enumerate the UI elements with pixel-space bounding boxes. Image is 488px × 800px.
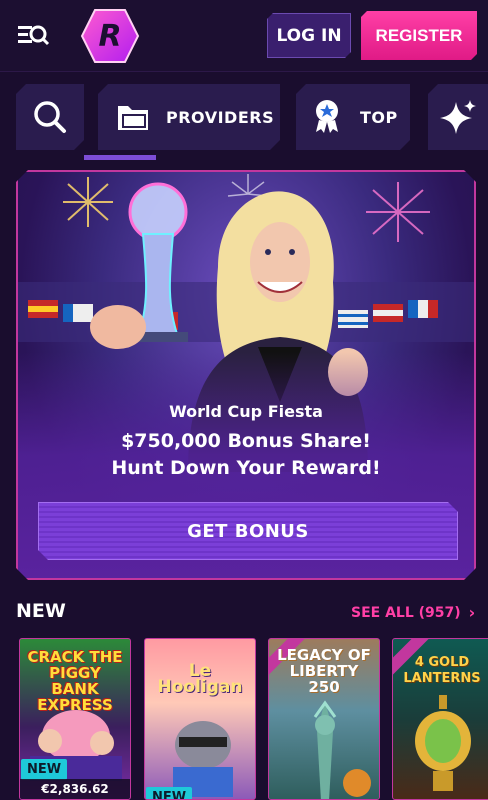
promo-headline-line1: $750,000 Bonus Share! — [121, 430, 371, 452]
tab-search[interactable] — [16, 84, 84, 150]
new-badge: NEW — [21, 759, 68, 780]
menu-search-button[interactable] — [16, 20, 50, 52]
promo-banner[interactable]: World Cup Fiesta $750,000 Bonus Share! H… — [16, 170, 476, 580]
tab-providers-label: PROVIDERS — [166, 107, 275, 127]
search-icon — [32, 99, 68, 135]
sparkle-icon — [440, 98, 478, 136]
site-logo[interactable]: R — [80, 8, 140, 64]
active-tab-indicator — [84, 155, 156, 160]
game-thumbnail-art — [313, 700, 371, 799]
medal-icon — [310, 98, 344, 136]
jackpot-amount: €2,836.62 — [20, 779, 130, 799]
game-card[interactable]: LEGACY OF LIBERTY 250 — [268, 638, 380, 800]
get-bonus-button[interactable]: GET BONUS — [38, 502, 458, 560]
login-button[interactable]: LOG IN — [267, 13, 351, 58]
game-thumbnail-art — [415, 695, 471, 791]
game-card[interactable]: Le Hooligan NEW — [144, 638, 256, 800]
register-button[interactable]: REGISTER — [361, 11, 477, 60]
game-title: Le Hooligan — [157, 661, 243, 697]
svg-text:R: R — [98, 19, 121, 54]
section-title-new: NEW — [16, 600, 66, 622]
top-header: R LOG IN REGISTER — [0, 0, 488, 72]
game-title: LEGACY OF LIBERTY 250 — [277, 646, 371, 696]
tab-featured[interactable] — [428, 84, 488, 150]
chevron-right-icon: › — [468, 603, 476, 622]
promo-subtitle: World Cup Fiesta — [169, 402, 323, 421]
game-card[interactable]: CRACK THE PIGGY BANK EXPRESS NEW €2,836.… — [19, 638, 131, 800]
game-card[interactable]: 4 GOLD LANTERNS — [392, 638, 488, 800]
game-thumbnail-art — [173, 721, 233, 797]
menu-search-icon — [18, 25, 50, 46]
see-all-link[interactable]: SEE ALL (957) › — [351, 603, 475, 622]
promo-headline-line2: Hunt Down Your Reward! — [111, 457, 381, 479]
tab-top-label: TOP — [360, 107, 398, 127]
new-badge: NEW — [146, 787, 193, 799]
folder-icon — [116, 102, 150, 132]
game-title: 4 GOLD LANTERNS — [403, 655, 481, 686]
see-all-label: SEE ALL (957) — [351, 604, 461, 621]
tab-providers[interactable]: PROVIDERS — [98, 84, 280, 150]
tab-top[interactable]: TOP — [296, 84, 410, 150]
